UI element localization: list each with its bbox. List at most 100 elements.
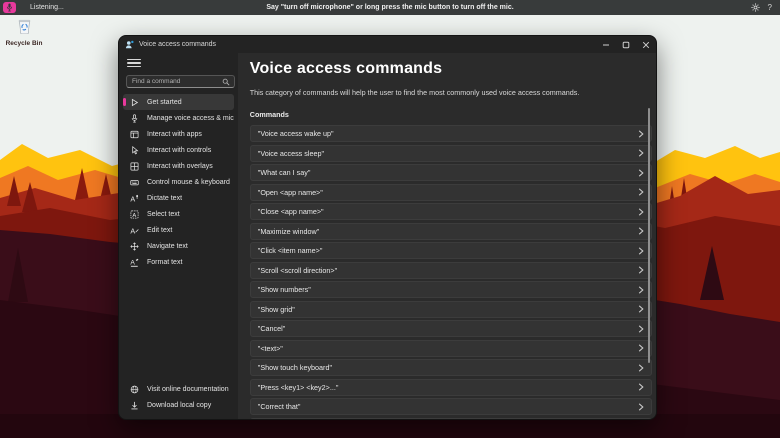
command-item[interactable]: "Voice access wake up" — [249, 125, 652, 142]
command-item[interactable]: "Show grid" — [249, 300, 652, 318]
search-input[interactable] — [127, 78, 222, 85]
command-label: "Press <key1> <key2>..." — [257, 382, 339, 392]
command-label: "Close <app name>" — [257, 207, 324, 216]
sidebar-item-select-text[interactable]: A Select text — [123, 206, 234, 222]
command-label: "Click <item name>" — [257, 246, 323, 255]
format-text-icon: A — [129, 257, 139, 267]
close-icon — [642, 41, 650, 48]
close-button[interactable] — [636, 36, 656, 53]
chevron-right-icon — [638, 285, 644, 294]
command-item[interactable]: "Show touch keyboard" — [249, 359, 652, 376]
maximize-button[interactable] — [616, 36, 636, 53]
sidebar-item-control-mouse-keyboard[interactable]: Control mouse & keyboard — [123, 174, 234, 190]
command-search-box — [126, 75, 235, 88]
sidebar-item-interact-with-overlays[interactable]: Interact with overlays — [123, 158, 234, 174]
command-item[interactable]: "Scroll <scroll direction>" — [249, 261, 652, 279]
sidebar-item-interact-with-apps[interactable]: Interact with apps — [123, 126, 234, 142]
minimize-icon — [603, 44, 609, 45]
sidebar-item-dictate-text[interactable]: A Dictate text — [123, 190, 234, 206]
voice-access-app-icon — [125, 40, 134, 49]
command-label: "Show touch keyboard" — [257, 363, 332, 372]
overlay-grid-icon — [129, 161, 139, 171]
recycle-bin-shortcut[interactable]: Recycle Bin — [2, 18, 46, 47]
svg-text:A: A — [130, 226, 135, 234]
commands-section-label: Commands — [249, 110, 289, 119]
chevron-right-icon — [638, 402, 644, 411]
command-item[interactable]: "<text>" — [249, 339, 652, 357]
page-title: Voice access commands — [249, 60, 443, 77]
sidebar-item-online-documentation[interactable]: Visit online documentation — [123, 381, 234, 397]
voice-bar-instruction: Say "turn off microphone" or long press … — [266, 4, 514, 11]
command-item[interactable]: "Click <item name>" — [249, 242, 652, 259]
command-item[interactable]: "Show numbers" — [249, 281, 652, 298]
command-item[interactable]: "Open <app name>" — [249, 183, 652, 201]
command-label: "Maximize window" — [257, 226, 320, 236]
page-description: This category of commands will help the … — [249, 88, 580, 97]
download-icon — [129, 400, 139, 410]
edit-text-icon: A — [129, 225, 139, 235]
chevron-right-icon — [638, 129, 644, 138]
minimize-button[interactable] — [596, 36, 616, 53]
dictate-icon: A — [129, 193, 139, 203]
chevron-right-icon — [638, 324, 644, 333]
command-item[interactable]: "Voice access sleep" — [249, 144, 652, 162]
sidebar-item-interact-with-controls[interactable]: Interact with controls — [123, 142, 234, 158]
command-item[interactable]: "Maximize window" — [249, 222, 652, 240]
chevron-right-icon — [638, 188, 644, 196]
chevron-right-icon — [638, 227, 644, 235]
search-icon — [222, 78, 230, 85]
recycle-bin-label: Recycle Bin — [5, 40, 43, 47]
sidebar-item-download-local-copy[interactable]: Download local copy — [123, 397, 234, 413]
command-item[interactable]: "Cancel" — [249, 320, 652, 337]
help-icon[interactable]: ? — [768, 3, 772, 12]
chevron-right-icon — [638, 383, 644, 391]
chevron-right-icon — [638, 246, 644, 255]
command-item[interactable]: "Close <app name>" — [249, 203, 652, 220]
play-icon — [129, 97, 139, 107]
sidebar-item-get-started[interactable]: Get started — [123, 94, 234, 110]
sidebar-item-format-text[interactable]: A Format text — [123, 254, 234, 270]
command-item-partial[interactable] — [249, 417, 652, 419]
voice-access-bar: Listening... Say "turn off microphone" o… — [0, 0, 780, 15]
chevron-right-icon — [638, 344, 644, 352]
command-label: "Show numbers" — [257, 285, 311, 294]
sidebar: Get started Manage voice access & mic In… — [119, 53, 238, 419]
listening-status: Listening... — [30, 4, 64, 11]
command-label: "Correct that" — [257, 402, 301, 411]
command-item[interactable]: "Correct that" — [249, 398, 652, 415]
select-text-icon: A — [129, 209, 139, 219]
keyboard-icon — [129, 177, 139, 187]
sidebar-item-navigate-text[interactable]: Navigate text — [123, 238, 234, 254]
scrollbar-thumb[interactable] — [647, 108, 650, 363]
navigate-text-icon — [129, 241, 139, 251]
hamburger-menu-icon[interactable] — [127, 57, 141, 69]
apps-icon — [129, 129, 139, 139]
command-label: "Cancel" — [257, 324, 286, 333]
cursor-icon — [129, 145, 139, 155]
command-label: "Voice access wake up" — [257, 129, 334, 138]
command-label: "Open <app name>" — [257, 187, 323, 197]
command-label: "Show grid" — [257, 304, 295, 314]
command-label: "What can I say" — [257, 168, 311, 177]
command-label: "<text>" — [257, 343, 283, 353]
command-item[interactable]: "What can I say" — [249, 164, 652, 181]
chevron-right-icon — [638, 363, 644, 372]
window-titlebar[interactable]: Voice access commands — [119, 36, 656, 53]
svg-text:A: A — [130, 194, 135, 202]
chevron-right-icon — [638, 266, 644, 274]
svg-text:A: A — [132, 212, 136, 218]
maximize-icon — [622, 41, 630, 48]
main-content: Voice access commands This category of c… — [237, 53, 656, 419]
window-title: Voice access commands — [139, 41, 217, 48]
microphone-button[interactable] — [3, 2, 16, 13]
voice-access-commands-window: Voice access commands Find a command Get… — [118, 35, 657, 420]
command-label: "Scroll <scroll direction>" — [257, 265, 338, 275]
globe-icon — [129, 384, 139, 394]
sidebar-item-manage-voice-access[interactable]: Manage voice access & mic — [123, 110, 234, 126]
gear-icon[interactable] — [750, 3, 760, 12]
sidebar-item-edit-text[interactable]: A Edit text — [123, 222, 234, 238]
microphone-icon — [129, 113, 139, 123]
command-item[interactable]: "Press <key1> <key2>..." — [249, 378, 652, 396]
command-label: "Voice access sleep" — [257, 148, 324, 158]
chevron-right-icon — [638, 207, 644, 216]
